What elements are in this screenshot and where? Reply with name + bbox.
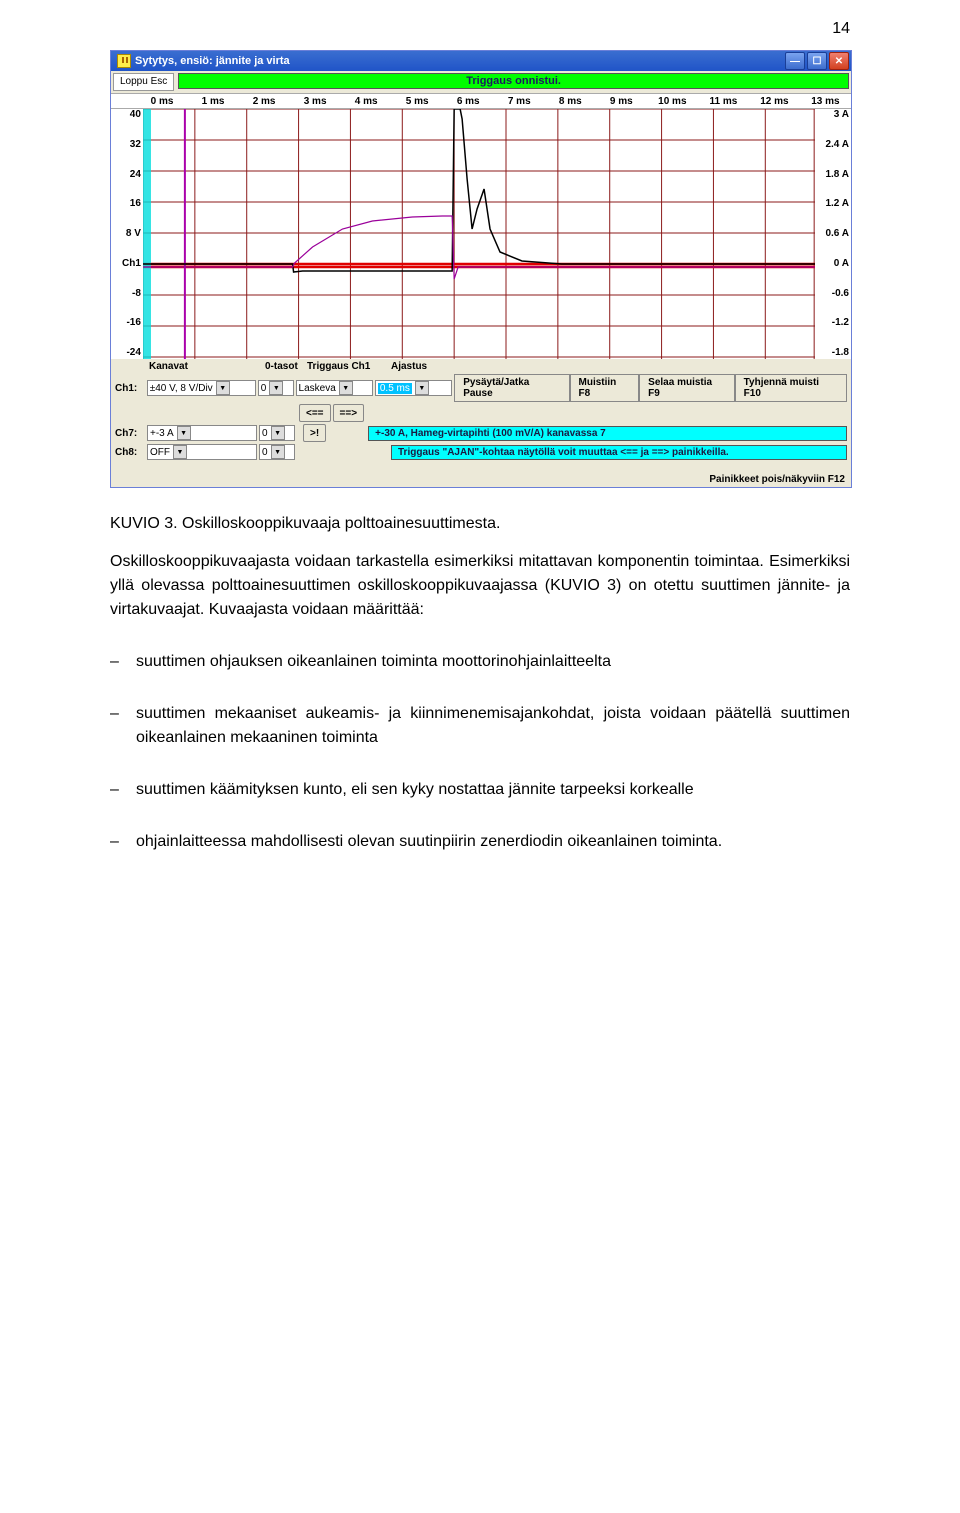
y-axis-left: 4032 2416 8 VCh1 -8-16 -24: [111, 109, 143, 359]
scope-window: Sytytys, ensiö: jännite ja virta — ☐ ✕ L…: [110, 50, 852, 488]
ch1-range-select[interactable]: ±40 V, 8 V/Div▼: [147, 380, 256, 396]
maximize-button[interactable]: ☐: [807, 52, 827, 70]
trace-voltage: [143, 109, 815, 272]
body-paragraph: Oskilloskooppikuvaajasta voidaan tarkast…: [110, 550, 850, 622]
page-number: 14: [832, 20, 850, 38]
chevron-down-icon: ▼: [173, 445, 187, 459]
cursor-left[interactable]: [143, 109, 151, 359]
close-button[interactable]: ✕: [829, 52, 849, 70]
list-item: suuttimen käämityksen kunto, eli sen kyk…: [136, 778, 850, 802]
chevron-down-icon: ▼: [271, 445, 285, 459]
controls-panel: Kanavat 0-tasot Triggaus Ch1 Ajastus Ch1…: [111, 359, 851, 466]
ch7-zero-select[interactable]: 0▼: [259, 425, 295, 441]
window-title: Sytytys, ensiö: jännite ja virta: [135, 55, 290, 67]
chevron-down-icon: ▼: [339, 381, 353, 395]
bullet-list: suuttimen ohjauksen oikeanlainen toimint…: [110, 650, 850, 854]
chevron-down-icon: ▼: [216, 381, 230, 395]
pause-button[interactable]: Pysäytä/Jatka Pause: [454, 374, 569, 402]
trigger-status-banner: Triggaus onnistui.: [178, 73, 849, 89]
esc-button[interactable]: Loppu Esc: [113, 73, 174, 91]
timebase-select[interactable]: 0.5 ms▼: [375, 380, 452, 396]
list-item: suuttimen ohjauksen oikeanlainen toimint…: [136, 650, 850, 674]
chevron-down-icon: ▼: [415, 381, 429, 395]
list-item: suuttimen mekaaniset aukeamis- ja kiinni…: [136, 702, 850, 750]
store-button[interactable]: Muistiin F8: [570, 374, 640, 402]
nav-left-button[interactable]: <==: [299, 404, 331, 422]
ch7-label: Ch7:: [115, 428, 145, 439]
hdr-kanavat: Kanavat: [149, 361, 259, 372]
status-hint: Painikkeet pois/näkyviin F12: [111, 466, 851, 487]
hdr-triggaus: Triggaus Ch1: [307, 361, 385, 372]
minimize-button[interactable]: —: [785, 52, 805, 70]
scroll-mem-button[interactable]: Selaa muistia F9: [639, 374, 735, 402]
ch8-range-select[interactable]: OFF▼: [147, 444, 257, 460]
window-titlebar: Sytytys, ensiö: jännite ja virta — ☐ ✕: [111, 51, 851, 71]
figure-caption: KUVIO 3. Oskilloskooppikuvaaja polttoain…: [110, 512, 850, 536]
ch1-label: Ch1:: [115, 383, 145, 394]
ch8-label: Ch8:: [115, 447, 145, 458]
ch8-zero-select[interactable]: 0▼: [259, 444, 295, 460]
trigger-edge-select[interactable]: Laskeva▼: [296, 380, 373, 396]
app-icon: [117, 54, 131, 68]
list-item: ohjainlaitteessa mahdollisesti olevan su…: [136, 830, 850, 854]
time-axis: 0 ms1 ms 2 ms3 ms 4 ms5 ms 6 ms7 ms 8 ms…: [111, 93, 851, 109]
chevron-down-icon: ▼: [177, 426, 191, 440]
trace-current: [143, 216, 815, 279]
hdr-otasot: 0-tasot: [265, 361, 301, 372]
chevron-down-icon: ▼: [269, 381, 283, 395]
y-axis-right: 3 A2.4 A 1.8 A1.2 A 0.6 A0 A -0.6-1.2 -1…: [815, 109, 851, 359]
hdr-ajastus: Ajastus: [391, 361, 469, 372]
info-banner-1: +-30 A, Hameg-virtapihti (100 mV/A) kana…: [368, 426, 847, 441]
plot-area: [143, 109, 815, 359]
ch7-range-select[interactable]: +-3 A▼: [147, 425, 257, 441]
clear-mem-button[interactable]: Tyhjennä muisti F10: [735, 374, 847, 402]
ch1-zero-select[interactable]: 0▼: [258, 380, 294, 396]
nav-right-button[interactable]: ==>: [333, 404, 365, 422]
chevron-down-icon: ▼: [271, 426, 285, 440]
excl-button[interactable]: >!: [303, 424, 326, 442]
info-banner-2: Triggaus "AJAN"-kohtaa näytöllä voit muu…: [391, 445, 847, 460]
